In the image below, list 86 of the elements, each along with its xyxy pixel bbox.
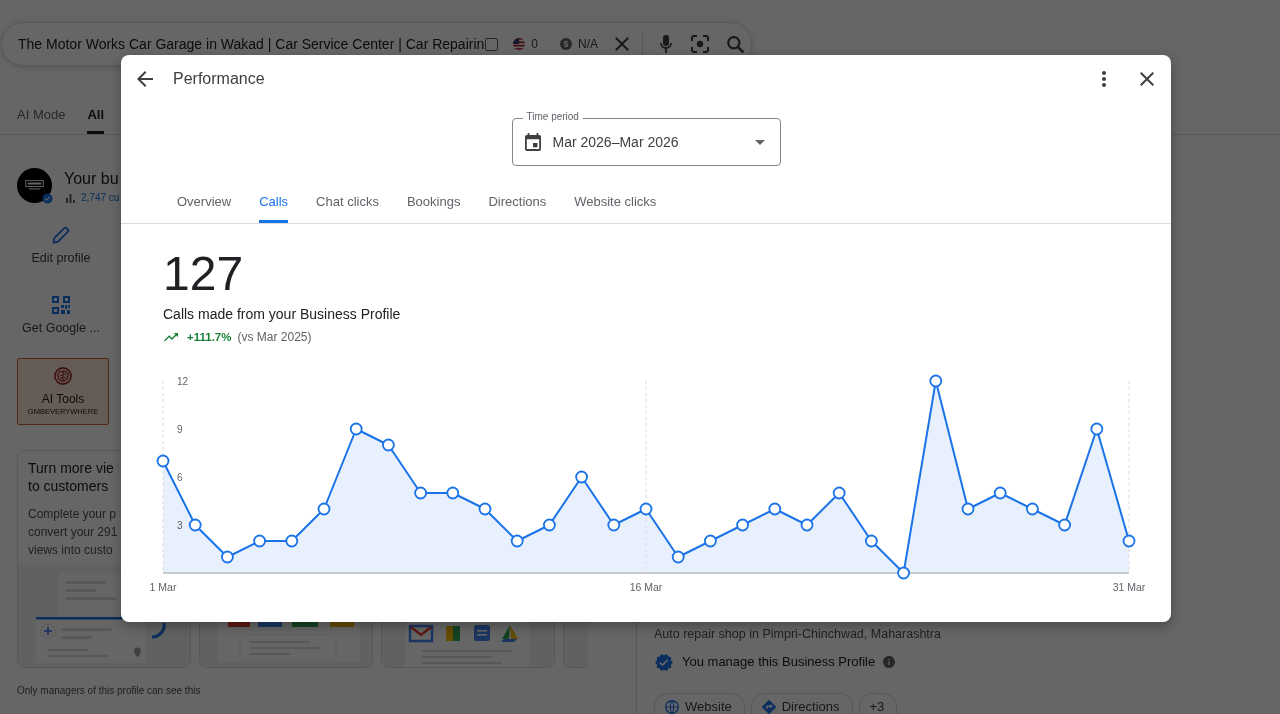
tab[interactable]: AI Mode xyxy=(17,107,66,134)
close-icon[interactable] xyxy=(1140,72,1154,86)
axis-label: 31 Mar xyxy=(1112,581,1146,593)
data-point xyxy=(1026,502,1039,516)
tab[interactable]: Directions xyxy=(488,180,547,223)
tab[interactable]: Overview xyxy=(177,180,232,223)
data-point xyxy=(865,534,878,548)
metric-value: 127 xyxy=(163,246,244,302)
pencil-icon xyxy=(52,226,70,244)
managed-label: You manage this Business Profile xyxy=(682,654,876,670)
price-label: N/A xyxy=(578,37,599,51)
data-point xyxy=(704,534,717,548)
field-label: Time period xyxy=(522,111,583,123)
directions-icon xyxy=(761,700,776,714)
business-name: Your bu xyxy=(64,169,120,189)
data-point xyxy=(414,486,427,500)
dialog-title: Performance xyxy=(173,69,265,89)
logo-icon xyxy=(17,168,52,203)
dollar-icon: $ xyxy=(560,38,572,50)
data-point xyxy=(671,550,685,564)
data-point xyxy=(832,486,846,500)
data-point xyxy=(510,534,524,548)
data-point xyxy=(446,486,460,500)
verified-badge-icon xyxy=(655,653,673,671)
tab[interactable]: Website clicks xyxy=(574,180,657,223)
bar-chart-icon xyxy=(66,193,75,203)
data-point xyxy=(285,534,299,548)
promo-card[interactable] xyxy=(199,622,373,668)
website-button[interactable]: Website xyxy=(654,693,745,714)
checkbox[interactable] xyxy=(485,37,499,51)
info-note: Only managers of this profile can see this xyxy=(17,685,201,697)
axis-label: 9 xyxy=(177,423,183,435)
axis-label: 12 xyxy=(177,375,189,387)
data-point xyxy=(382,438,395,452)
data-point xyxy=(317,502,331,516)
more-icon[interactable] xyxy=(1102,71,1106,87)
data-point xyxy=(1058,518,1071,532)
globe-icon xyxy=(665,700,679,714)
card-title: Turn more vie to customers xyxy=(28,459,114,495)
tab[interactable]: All xyxy=(87,107,105,134)
tab[interactable]: Chat clicks xyxy=(316,180,379,223)
data-point xyxy=(221,550,234,564)
data-point xyxy=(800,518,814,532)
data-point xyxy=(478,502,492,516)
brain-icon xyxy=(54,367,72,385)
count-label: 0 xyxy=(531,37,538,51)
category-text: Auto repair shop in Pimpri-Chinchwad, Maharashtra xyxy=(654,626,941,642)
data-point xyxy=(543,518,556,532)
dropdown-caret-icon xyxy=(754,139,765,145)
back-icon[interactable] xyxy=(137,71,153,87)
axis-label: 16 Mar xyxy=(629,581,663,593)
tab[interactable]: Bookings xyxy=(406,180,461,223)
data-point xyxy=(349,422,363,436)
data-point xyxy=(188,518,202,532)
search-icon[interactable] xyxy=(727,35,745,53)
flag-icon xyxy=(513,38,526,50)
axis-label: 6 xyxy=(177,471,183,483)
card-description: Complete your p convert your 291 views into custo xyxy=(28,506,118,559)
promo-card[interactable] xyxy=(381,622,555,668)
calendar-icon xyxy=(524,133,541,151)
data-point xyxy=(253,534,266,548)
change-percent: +111.7% xyxy=(187,330,232,345)
microphone-icon[interactable] xyxy=(660,35,673,53)
data-point xyxy=(1090,422,1104,436)
info-icon[interactable] xyxy=(883,656,896,668)
axis-label: 3 xyxy=(177,519,183,531)
data-point xyxy=(993,486,1007,500)
trend-up-icon xyxy=(164,332,178,342)
data-point xyxy=(607,518,621,532)
data-point xyxy=(575,470,588,484)
tab[interactable]: Calls xyxy=(259,180,289,223)
comparison-label: (vs Mar 2025) xyxy=(237,329,312,345)
interactions-link[interactable]: 2,747 cu xyxy=(81,191,120,205)
more-button[interactable]: +3 xyxy=(858,693,898,714)
data-point xyxy=(768,502,782,516)
data-point xyxy=(736,518,749,532)
data-point xyxy=(961,502,975,516)
qr-code-button[interactable]: Get Google ... xyxy=(16,292,106,336)
camera-icon[interactable] xyxy=(691,35,710,53)
metric-caption: Calls made from your Business Profile xyxy=(163,305,401,324)
qr-code-icon xyxy=(52,296,70,314)
edit-profile-button[interactable]: Edit profile xyxy=(16,222,106,266)
verified-badge-icon xyxy=(42,193,53,204)
axis-label: 1 Mar xyxy=(149,581,177,593)
search-input[interactable]: The Motor Works Car Garage in Wakad | Car Service Center | Car Repairin xyxy=(18,35,485,53)
data-point xyxy=(639,502,653,516)
